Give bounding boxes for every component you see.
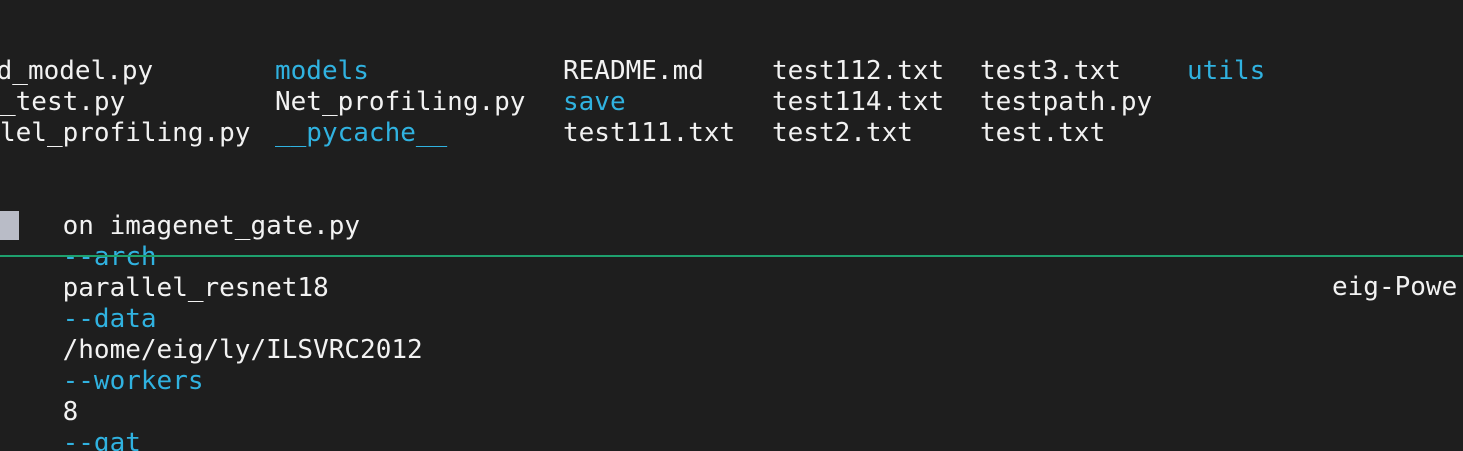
file-entry: testpath.py xyxy=(980,87,1153,117)
arch-flag: --arch xyxy=(62,242,157,272)
file-entry: test112.txt xyxy=(772,56,945,86)
directory-entry: __pycache__ xyxy=(275,118,448,148)
data-value: /home/eig/ly/ILSVRC2012 xyxy=(62,335,423,365)
file-entry: README.md xyxy=(563,56,704,86)
file-entry: test.txt xyxy=(980,118,1106,148)
arch-value: parallel_resnet18 xyxy=(62,273,329,303)
gate-flag: --gat xyxy=(62,428,141,451)
directory-entry: save xyxy=(563,87,626,117)
text-cursor xyxy=(0,211,19,240)
data-flag: --data xyxy=(62,304,157,334)
directory-entry: models xyxy=(275,56,369,86)
directory-entry: utils xyxy=(1187,56,1266,86)
file-entry: Net_profiling.py xyxy=(275,87,526,117)
file-entry: test2.txt xyxy=(772,118,913,148)
workers-flag: --workers xyxy=(62,366,204,396)
file-entry: test114.txt xyxy=(772,87,945,117)
status-hostname: eig-Powe xyxy=(1332,272,1458,302)
file-entry: _test.py xyxy=(0,87,126,117)
command-line[interactable]: on imagenet_gate.py --arch parallel_resn… xyxy=(0,180,423,451)
file-entry: test3.txt xyxy=(980,56,1121,86)
workers-value: 8 xyxy=(62,397,79,427)
pane-divider[interactable] xyxy=(0,255,1463,257)
file-entry: test111.txt xyxy=(563,118,736,148)
command-prefix: on imagenet_gate.py xyxy=(62,211,361,241)
file-entry: lel_profiling.py xyxy=(0,118,251,148)
file-entry: ad_model.py xyxy=(0,56,154,86)
terminal-window[interactable]: ad_model.py models README.md test112.txt… xyxy=(0,0,1463,451)
